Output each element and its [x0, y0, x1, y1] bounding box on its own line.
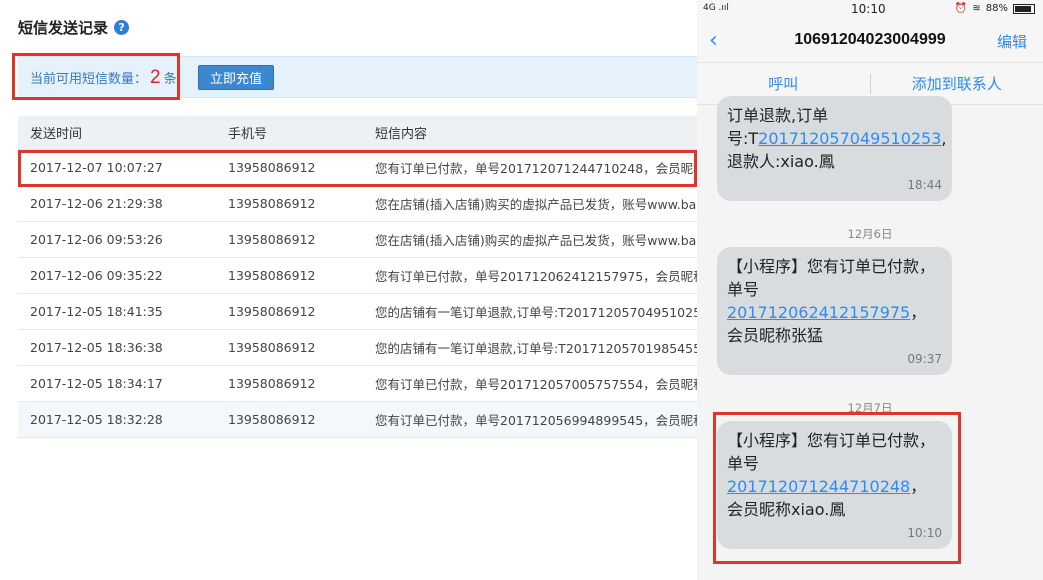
cell-content: 您有订单已付款，单号201712057005757554，会员昵称 — [375, 377, 697, 392]
table-row[interactable]: 2017-12-05 18:32:28 13958086912 您有订单已付款，… — [18, 402, 697, 438]
table-row[interactable]: 2017-12-06 21:29:38 13958086912 您在店铺(插入店… — [18, 186, 697, 222]
message-bubble[interactable]: 【小程序】您有订单已付款，单号201712062412157975，会员昵称张猛… — [717, 247, 952, 375]
cell-phone: 13958086912 — [228, 196, 316, 211]
cell-time: 2017-12-05 18:32:28 — [30, 412, 163, 427]
cell-time: 2017-12-05 18:36:38 — [30, 340, 163, 355]
table-header: 发送时间 手机号 短信内容 — [18, 116, 697, 150]
order-number-link[interactable]: 201712057049510253 — [758, 129, 941, 148]
cell-time: 2017-12-06 09:53:26 — [30, 232, 163, 247]
cell-time: 2017-12-05 18:41:35 — [30, 304, 163, 319]
cell-phone: 13958086912 — [228, 376, 316, 391]
table-row[interactable]: 2017-12-05 18:34:17 13958086912 您有订单已付款，… — [18, 366, 697, 402]
call-button[interactable]: 呼叫 — [697, 73, 870, 94]
column-header-time: 发送时间 — [30, 127, 83, 142]
date-separator: 12月6日 — [847, 227, 893, 241]
cell-content: 您有订单已付款，单号201712056994899545，会员昵称 — [375, 413, 697, 428]
edit-button[interactable]: 编辑 — [997, 31, 1027, 52]
cell-content: 您的店铺有一笔订单退款,订单号:T201712057019854553 — [375, 341, 697, 356]
cell-content: 您的店铺有一笔订单退款,订单号:T201712057049510253 — [375, 305, 697, 320]
row-highlight-box — [18, 150, 697, 187]
help-icon[interactable]: ? — [114, 20, 130, 35]
page-title-text: 短信发送记录 — [18, 19, 109, 37]
cell-content: 您在店铺(插入店铺)购买的虚拟产品已发货，账号www.ba — [375, 197, 697, 212]
wifi-icon: ≋ — [972, 3, 981, 14]
cell-phone: 13958086912 — [228, 268, 316, 283]
cell-phone: 13958086912 — [228, 412, 316, 427]
cell-content: 您在店铺(插入店铺)购买的虚拟产品已发货，账号www.ba — [375, 233, 697, 248]
quota-highlight-box — [12, 53, 180, 100]
battery-icon — [1013, 3, 1035, 14]
contact-number: 10691204023004999 — [794, 31, 946, 48]
cell-phone: 13958086912 — [228, 340, 316, 355]
table-row[interactable]: 2017-12-05 18:36:38 13958086912 您的店铺有一笔订… — [18, 330, 697, 366]
message-highlight-box — [713, 412, 961, 564]
cell-time: 2017-12-06 21:29:38 — [30, 196, 163, 211]
table-row[interactable]: 2017-12-06 09:35:22 13958086912 您有订单已付款，… — [18, 258, 697, 294]
cell-phone: 13958086912 — [228, 232, 316, 247]
status-bar: 4G .ııl 10:10 ⏰ ≋ 88% — [697, 0, 1043, 20]
status-right: ⏰ ≋ 88% — [955, 3, 1035, 14]
signal-indicator: 4G .ııl — [703, 3, 729, 13]
message-time: 09:37 — [907, 352, 942, 366]
cell-content: 您有订单已付款，单号201712062412157975，会员昵称 — [375, 269, 697, 284]
alarm-icon: ⏰ — [954, 3, 968, 14]
cell-phone: 13958086912 — [228, 304, 316, 319]
phone-screenshot: 4G .ııl 10:10 ⏰ ≋ 88% ‹ 1069120402300499… — [697, 0, 1043, 580]
add-contact-button[interactable]: 添加到联系人 — [871, 73, 1043, 94]
sms-record-panel: 短信发送记录 ? 当前可用短信数量： 2 条 立即充值 发送时间 手机号 短信内容 … — [0, 0, 697, 580]
status-time: 10:10 — [851, 2, 886, 16]
table-row[interactable]: 2017-12-06 09:53:26 13958086912 您在店铺(插入店… — [18, 222, 697, 258]
message-time: 18:44 — [907, 178, 942, 192]
conversation-navbar: ‹ 10691204023004999 编辑 — [697, 20, 1043, 63]
page-title: 短信发送记录 ? — [18, 17, 130, 38]
message-bubble[interactable]: 订单退款,订单号:T201712057049510253,退款人:xiao.鳳 … — [717, 96, 952, 201]
cell-time: 2017-12-06 09:35:22 — [30, 268, 163, 283]
column-header-content: 短信内容 — [375, 127, 428, 142]
cell-time: 2017-12-05 18:34:17 — [30, 376, 163, 391]
recharge-button[interactable]: 立即充值 — [198, 65, 274, 90]
message-text: 【小程序】您有订单已付款，单号 — [727, 257, 936, 299]
table-row[interactable]: 2017-12-05 18:41:35 13958086912 您的店铺有一笔订… — [18, 294, 697, 330]
order-number-link[interactable]: 201712062412157975 — [727, 303, 910, 322]
column-header-phone: 手机号 — [228, 127, 268, 142]
battery-percent: 88% — [985, 3, 1008, 14]
